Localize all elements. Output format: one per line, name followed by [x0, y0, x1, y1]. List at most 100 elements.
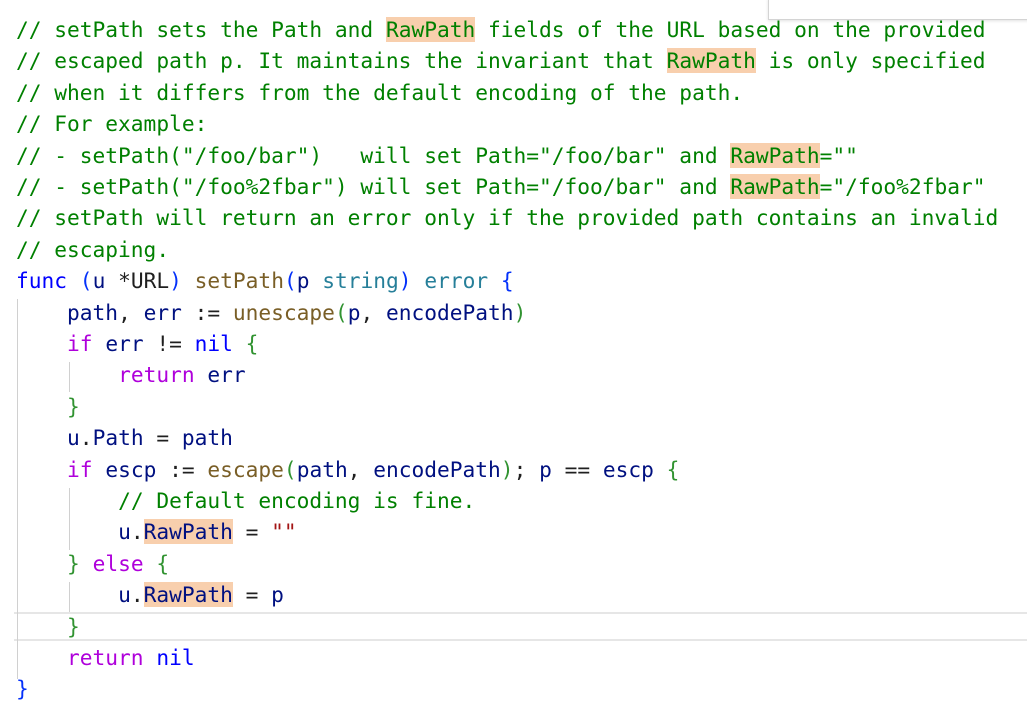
code-token: :=	[181, 299, 233, 325]
search-match: RawPath	[143, 582, 233, 608]
search-match: RawPath	[143, 519, 233, 545]
code-token: encodePath	[373, 456, 501, 482]
code-token: {	[245, 331, 259, 356]
code-token: u	[118, 519, 131, 545]
code-line-6[interactable]: // - setPath("/foo%2fbar") will set Path…	[16, 171, 985, 202]
code-token: u	[118, 582, 131, 608]
code-token: if	[67, 456, 93, 482]
code-token: nil	[156, 645, 195, 670]
code-token: path	[181, 425, 233, 451]
code-line-2[interactable]: // escaped path p. It maintains the inva…	[16, 45, 985, 76]
code-token: =	[232, 582, 272, 608]
code-token: unescape	[232, 299, 335, 325]
code-line-18[interactable]: } else {	[16, 548, 169, 579]
code-token: escp	[602, 456, 654, 482]
code-token: .	[79, 425, 93, 451]
code-line-13[interactable]: }	[16, 391, 80, 422]
code-token: (	[334, 299, 348, 325]
code-token: {	[666, 456, 680, 482]
code-token: }	[67, 550, 80, 576]
code-token: )	[398, 268, 412, 294]
code-token: .	[130, 519, 144, 545]
code-line-12[interactable]: return err	[16, 359, 246, 390]
code-line-14[interactable]: u.Path = path	[16, 422, 233, 453]
search-match: RawPath	[666, 48, 756, 74]
code-token: :=	[156, 456, 208, 482]
code-line-16[interactable]: // Default encoding is fine.	[16, 485, 475, 516]
code-line-15[interactable]: if escp := escape(path, encodePath); p =…	[16, 454, 679, 485]
code-token: p	[296, 268, 310, 294]
code-token: }	[67, 613, 80, 639]
code-token: is only specified	[755, 48, 986, 74]
code-token: u	[67, 425, 80, 451]
code-token: {	[156, 550, 170, 576]
code-line-1[interactable]: // setPath sets the Path and RawPath fie…	[16, 14, 985, 45]
search-match: RawPath	[730, 174, 820, 199]
code-line-21[interactable]: return nil	[16, 642, 195, 673]
code-token: return	[67, 645, 144, 670]
code-token: err	[207, 362, 246, 388]
code-token: encodePath	[386, 299, 514, 325]
code-editor[interactable]: // setPath sets the Path and RawPath fie…	[0, 0, 1027, 707]
code-line-19[interactable]: u.RawPath = p	[16, 579, 284, 610]
code-token: // escaping.	[16, 236, 170, 262]
code-token: // setPath will return an error only if …	[16, 205, 999, 231]
code-line-11[interactable]: if err != nil {	[16, 328, 258, 359]
search-match: RawPath	[385, 17, 476, 42]
code-token: // - setPath("/foo/bar") will set Path="…	[16, 142, 731, 168]
code-token: escp	[105, 456, 157, 482]
code-token: // - setPath("/foo%2fbar") will set Path…	[16, 174, 731, 199]
code-line-10[interactable]: path, err := unescape(p, encodePath)	[16, 297, 526, 328]
code-token: }	[16, 676, 29, 702]
code-token: u	[92, 268, 106, 294]
code-line-20[interactable]: }	[16, 611, 80, 642]
search-match: RawPath	[730, 142, 820, 168]
code-token: path	[67, 299, 119, 325]
code-token: )	[169, 268, 182, 294]
code-token: )	[513, 299, 527, 325]
code-token: escape	[207, 456, 284, 482]
code-token: {	[500, 268, 514, 294]
code-token: // escaped path p. It maintains the inva…	[16, 48, 667, 74]
code-token: *	[105, 268, 131, 294]
code-line-4[interactable]: // For example:	[16, 108, 207, 139]
code-token: p	[539, 456, 552, 482]
code-line-22[interactable]: }	[16, 673, 29, 704]
code-token: err	[143, 299, 182, 325]
code-token: error	[424, 268, 489, 294]
code-token: ;	[513, 456, 540, 482]
current-line-highlight	[14, 612, 1027, 641]
code-line-7[interactable]: // setPath will return an error only if …	[16, 202, 998, 233]
code-line-8[interactable]: // escaping.	[16, 234, 169, 265]
code-token: // setPath sets the Path and	[16, 17, 386, 42]
code-line-9[interactable]: func (u *URL) setPath(p string) error {	[16, 265, 514, 296]
code-token: ,	[118, 299, 144, 325]
code-token: return	[118, 362, 195, 388]
code-line-17[interactable]: u.RawPath = ""	[16, 516, 297, 547]
code-token: =	[143, 425, 182, 451]
code-token: ,	[347, 456, 374, 482]
code-token: setPath	[194, 268, 284, 294]
code-token: )	[500, 456, 514, 482]
code-token: ""	[271, 519, 297, 545]
code-token: =""	[819, 142, 858, 168]
code-token: (	[283, 456, 297, 482]
code-line-3[interactable]: // when it differs from the default enco…	[16, 77, 743, 108]
code-line-5[interactable]: // - setPath("/foo/bar") will set Path="…	[16, 140, 858, 171]
code-token: ="/foo%2fbar"	[819, 174, 986, 199]
code-token: // Default encoding is fine.	[118, 488, 476, 513]
